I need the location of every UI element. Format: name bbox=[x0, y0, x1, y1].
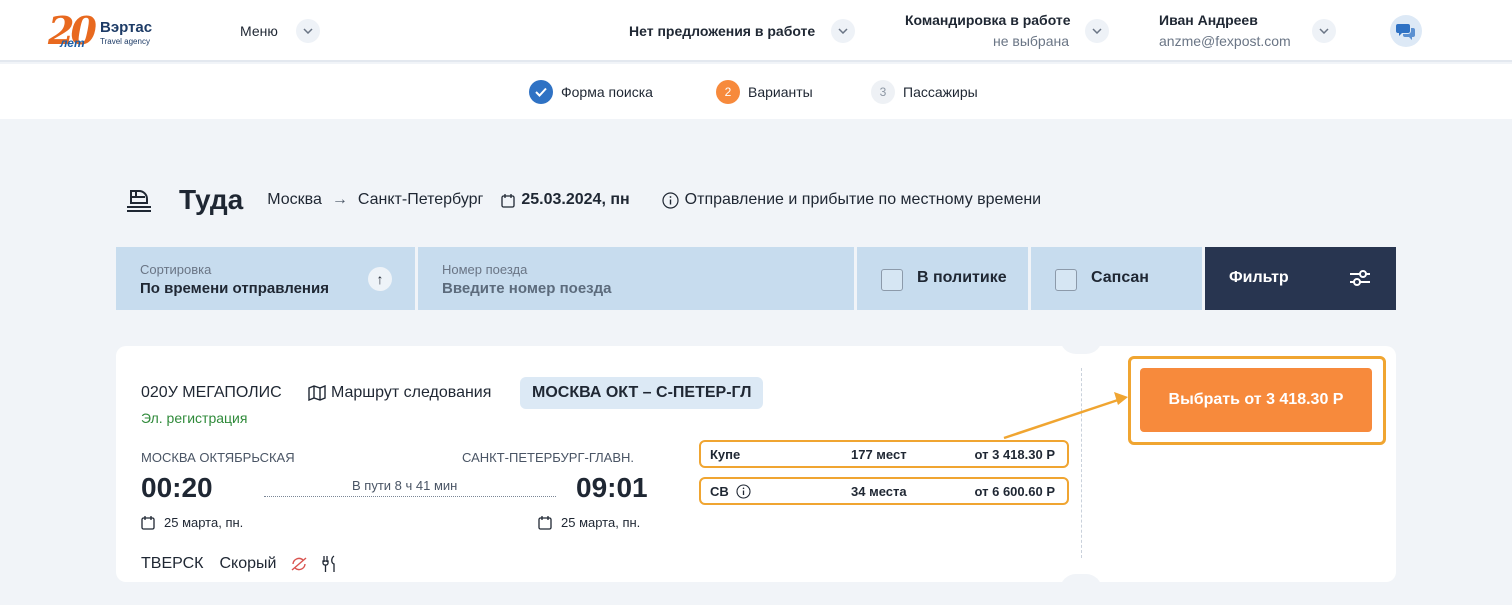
sort-select[interactable]: Сортировка По времени отправления ↑ bbox=[116, 247, 415, 310]
menu-label[interactable]: Меню bbox=[240, 23, 278, 39]
search-date: 25.03.2024, пн bbox=[521, 191, 630, 208]
company-logo[interactable]: 20 лет Вэртас Travel agency bbox=[48, 8, 158, 54]
departure-date: 25 марта, пн. bbox=[141, 515, 243, 530]
fork-knife-icon bbox=[322, 555, 336, 572]
calendar-icon bbox=[141, 516, 155, 530]
train-number-label: Номер поезда bbox=[442, 262, 528, 277]
train-number-placeholder: Введите номер поезда bbox=[442, 280, 612, 297]
e-registration: Эл. регистрация bbox=[141, 410, 248, 426]
user-name[interactable]: Иван Андреев bbox=[1159, 12, 1258, 28]
calendar-icon bbox=[538, 516, 552, 530]
train-attributes: ТВЕРСК Скорый bbox=[141, 555, 338, 573]
sapsan-checkbox[interactable]: Сапсан bbox=[1031, 247, 1202, 310]
step-label: Форма поиска bbox=[561, 84, 653, 100]
chat-icon bbox=[1396, 24, 1415, 40]
chevron-down-icon[interactable] bbox=[1085, 19, 1109, 43]
fare-row-kupe[interactable]: Купе 177 мест от 3 418.30 Р bbox=[699, 440, 1069, 468]
trip-status[interactable]: Командировка в работе bbox=[905, 12, 1071, 28]
chat-button[interactable] bbox=[1390, 15, 1422, 47]
step-search-form[interactable]: Форма поиска bbox=[529, 80, 653, 104]
route-badge: МОСКВА ОКТ – С-ПЕТЕР-ГЛ bbox=[520, 377, 764, 409]
departure-time: 00:20 bbox=[141, 472, 213, 503]
offer-status[interactable]: Нет предложения в работе bbox=[629, 23, 815, 39]
calendar-icon bbox=[501, 193, 516, 208]
duration-line bbox=[264, 496, 556, 497]
card-divider bbox=[1081, 368, 1082, 558]
booking-steps: Форма поиска 2 Варианты 3 Пассажиры bbox=[0, 64, 1512, 119]
step-number: 2 bbox=[716, 80, 740, 104]
trip-status-sub: не выбрана bbox=[993, 33, 1070, 49]
checkbox-box[interactable] bbox=[1055, 269, 1077, 291]
departure-station: МОСКВА ОКТЯБРЬСКАЯ bbox=[141, 450, 295, 465]
policy-label: В политике bbox=[917, 269, 1007, 286]
chevron-down-icon[interactable] bbox=[831, 19, 855, 43]
ticket-notch bbox=[1060, 338, 1102, 354]
arrival-station: САНКТ-ПЕТЕРБУРГ-ГЛАВН. bbox=[462, 450, 635, 465]
filter-button[interactable]: Фильтр bbox=[1205, 247, 1396, 310]
route-link[interactable]: Маршрут следования bbox=[308, 384, 491, 402]
filter-sliders-icon bbox=[1350, 270, 1370, 286]
arrival-date: 25 марта, пн. bbox=[538, 515, 640, 530]
logo-name: Вэртас bbox=[100, 19, 153, 36]
checkbox-box[interactable] bbox=[881, 269, 903, 291]
map-icon bbox=[308, 385, 326, 401]
info-icon[interactable] bbox=[736, 484, 751, 499]
travel-duration: В пути 8 ч 41 мин bbox=[352, 478, 458, 493]
sapsan-label: Сапсан bbox=[1091, 269, 1149, 286]
no-refund-icon bbox=[291, 557, 307, 571]
filter-label: Фильтр bbox=[1229, 269, 1289, 286]
direction-header: Туда Москва → Санкт-Петербург 25.03.2024… bbox=[125, 180, 1041, 220]
fare-row-sv[interactable]: СВ 34 места от 6 600.60 Р bbox=[699, 477, 1069, 505]
step-label: Пассажиры bbox=[903, 84, 978, 100]
departure-date-text: 25 марта, пн. bbox=[164, 515, 244, 530]
fare-class-group: СВ bbox=[710, 484, 751, 499]
train-category: Скорый bbox=[219, 555, 277, 572]
chevron-down-icon[interactable] bbox=[1312, 19, 1336, 43]
arrow-right-icon: → bbox=[331, 191, 348, 208]
ticket-notch bbox=[1060, 574, 1102, 590]
route-from: Москва bbox=[267, 191, 322, 208]
check-icon bbox=[529, 80, 553, 104]
fare-seats: 34 места bbox=[851, 484, 907, 499]
train-brand: ТВЕРСК bbox=[141, 555, 204, 572]
logo-years: лет bbox=[60, 36, 85, 50]
step-number: 3 bbox=[871, 80, 895, 104]
chevron-down-icon[interactable] bbox=[296, 19, 320, 43]
arrival-time: 09:01 bbox=[576, 472, 648, 503]
route-to: Санкт-Петербург bbox=[357, 191, 484, 208]
arrow-up-icon[interactable]: ↑ bbox=[368, 267, 392, 291]
arrival-date-text: 25 марта, пн. bbox=[561, 515, 641, 530]
info-icon bbox=[662, 191, 679, 209]
policy-checkbox[interactable]: В политике bbox=[857, 247, 1028, 310]
train-icon bbox=[127, 190, 151, 212]
top-header: 20 лет Вэртас Travel agency Меню Нет пре… bbox=[0, 0, 1512, 62]
fare-seats: 177 мест bbox=[851, 447, 907, 462]
local-time-note: Отправление и прибытие по местному време… bbox=[684, 191, 1042, 208]
fare-class: Купе bbox=[710, 447, 741, 462]
page-title: Туда bbox=[179, 184, 244, 215]
user-email: anzme@fexpost.com bbox=[1159, 33, 1291, 49]
logo-subtitle: Travel agency bbox=[100, 37, 150, 46]
train-number-input[interactable]: Номер поезда Введите номер поезда bbox=[418, 247, 854, 310]
sort-label: Сортировка bbox=[140, 262, 212, 277]
train-number: 020У МЕГАПОЛИС bbox=[141, 384, 282, 401]
step-variants[interactable]: 2 Варианты bbox=[716, 80, 813, 104]
sort-value: По времени отправления bbox=[140, 280, 329, 297]
step-passengers[interactable]: 3 Пассажиры bbox=[871, 80, 978, 104]
route-link-label: Маршрут следования bbox=[331, 384, 492, 401]
fare-class: СВ bbox=[710, 484, 729, 499]
step-label: Варианты bbox=[748, 84, 813, 100]
fare-price: от 3 418.30 Р bbox=[974, 447, 1055, 462]
fare-price: от 6 600.60 Р bbox=[974, 484, 1055, 499]
select-train-button[interactable]: Выбрать от 3 418.30 Р bbox=[1140, 368, 1372, 432]
